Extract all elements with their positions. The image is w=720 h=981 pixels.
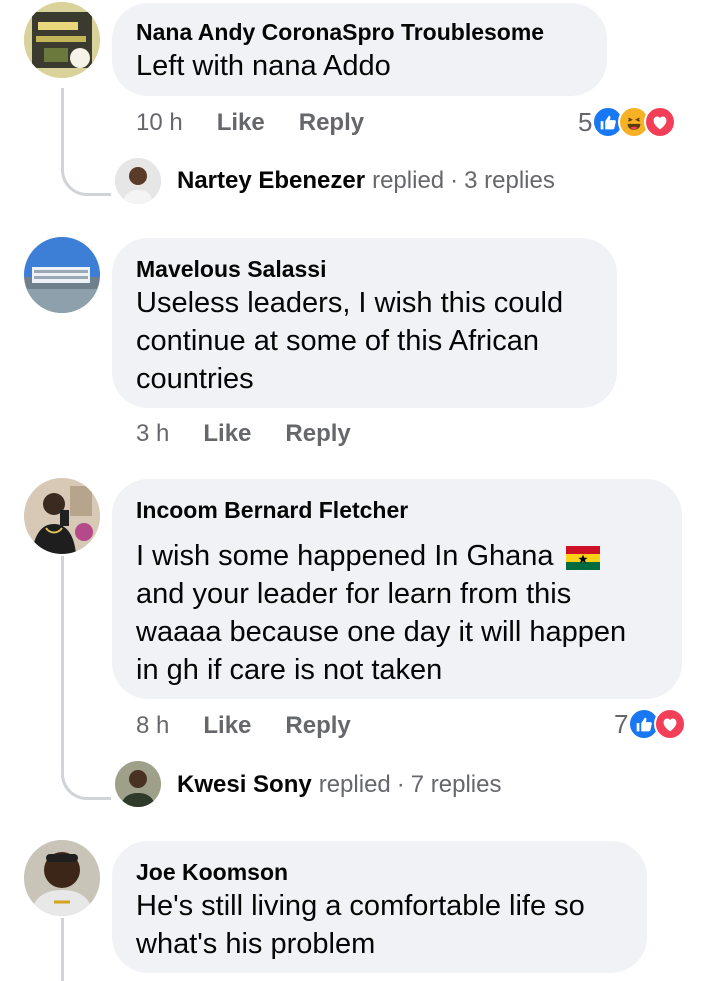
replied-label: replied	[318, 771, 391, 798]
reaction-count: 5	[578, 106, 593, 137]
avatar[interactable]	[24, 237, 100, 313]
comment-text: what's his problem	[136, 928, 376, 960]
comment-bubble: Incoom Bernard Fletcher I wish some happ…	[112, 479, 682, 699]
reply-button[interactable]: Reply	[299, 109, 364, 137]
reaction-count: 7	[614, 708, 629, 739]
avatar[interactable]	[24, 478, 100, 554]
comment-time[interactable]: 3 h	[136, 420, 169, 448]
thread-line	[61, 556, 64, 756]
like-button[interactable]: Like	[203, 712, 251, 740]
replier-name: Nartey Ebenezer	[177, 167, 366, 194]
comment-text: continue at some of this African	[136, 325, 539, 357]
view-replies-link[interactable]: Nartey Ebenezer replied · 3 replies	[177, 158, 555, 204]
view-replies-link[interactable]: Kwesi Sony replied · 7 replies	[177, 762, 501, 808]
comment-author[interactable]: Joe Koomson	[136, 857, 621, 887]
like-button[interactable]: Like	[217, 109, 265, 137]
avatar[interactable]	[24, 840, 100, 916]
thread-connector	[61, 740, 111, 800]
reaction-summary[interactable]: 7	[614, 706, 687, 742]
reply-button[interactable]: Reply	[285, 712, 350, 740]
comment-author[interactable]: Incoom Bernard Fletcher	[136, 495, 656, 525]
comment-actions: 10 h Like Reply	[136, 106, 398, 140]
thread-line	[61, 918, 64, 981]
comment-text: Left with nana Addo	[136, 50, 391, 82]
comment-bubble: Mavelous Salassi Useless leaders, I wish…	[112, 238, 617, 408]
separator-dot: ·	[450, 167, 459, 194]
replies-count: 3 replies	[464, 167, 555, 194]
comment-text: and your leader for learn from this	[136, 578, 572, 610]
avatar[interactable]	[115, 158, 161, 204]
comment-text-line: I wish some happened In Ghana	[136, 540, 554, 572]
replier-name: Kwesi Sony	[177, 771, 312, 798]
comment-text: waaaa because one day it will happen	[136, 616, 627, 648]
comment-text: He's still living a comfortable life so	[136, 890, 585, 922]
comment-time[interactable]: 8 h	[136, 712, 169, 740]
comment-bubble: Nana Andy CoronaSpro Troublesome Left wi…	[112, 3, 607, 96]
comment-author[interactable]: Mavelous Salassi	[136, 254, 591, 284]
comment-text: in gh if care is not taken	[136, 654, 443, 686]
avatar[interactable]	[24, 2, 100, 78]
separator-dot: ·	[396, 771, 405, 798]
like-button[interactable]: Like	[203, 420, 251, 448]
ghana-flag-icon	[565, 542, 600, 571]
comment-time[interactable]: 10 h	[136, 109, 183, 137]
thread-connector	[61, 140, 111, 196]
comment-text: countries	[136, 363, 254, 395]
reaction-summary[interactable]: 5	[578, 104, 677, 140]
comment-author[interactable]: Nana Andy CoronaSpro Troublesome	[136, 17, 581, 47]
replied-label: replied	[372, 167, 445, 194]
reply-button[interactable]: Reply	[285, 420, 350, 448]
comment-bubble: Joe Koomson He's still living a comforta…	[112, 841, 647, 973]
comment-actions: 3 h Like Reply	[136, 417, 385, 451]
love-icon	[654, 708, 687, 740]
comment-text: Useless leaders, I wish this could	[136, 287, 564, 319]
avatar[interactable]	[115, 761, 161, 807]
replies-count: 7 replies	[410, 771, 502, 798]
comment-text: I wish some happened In Ghana	[136, 537, 656, 575]
love-icon	[644, 106, 677, 138]
comment-actions: 8 h Like Reply	[136, 709, 385, 743]
